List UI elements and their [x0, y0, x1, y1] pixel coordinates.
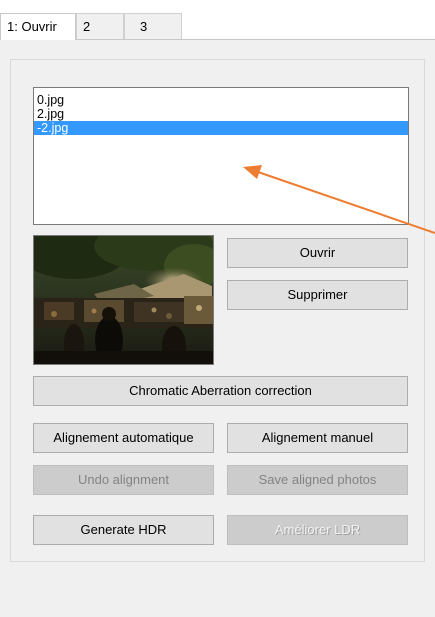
tab-ouvrir[interactable]: 1: Ouvrir	[0, 13, 76, 40]
undo-alignment-button: Undo alignment	[33, 465, 214, 495]
ameliorer-ldr-button: Améliorer LDR	[227, 515, 408, 545]
chromatic-aberration-button[interactable]: Chromatic Aberration correction	[33, 376, 408, 406]
alignement-manuel-button[interactable]: Alignement manuel	[227, 423, 408, 453]
list-item[interactable]: 2.jpg	[34, 107, 408, 121]
tab-3[interactable]: 3	[124, 13, 182, 39]
tab-2[interactable]: 2	[76, 13, 124, 39]
list-item[interactable]: 0.jpg	[34, 93, 408, 107]
ouvrir-button[interactable]: Ouvrir	[227, 238, 408, 268]
list-item-selected[interactable]: -2.jpg	[34, 121, 408, 135]
tab-strip: 1: Ouvrir 2 3	[0, 13, 435, 40]
generate-hdr-button[interactable]: Generate HDR	[33, 515, 214, 545]
photo-thumbnail-icon	[34, 236, 213, 364]
save-aligned-photos-button: Save aligned photos	[227, 465, 408, 495]
supprimer-button[interactable]: Supprimer	[227, 280, 408, 310]
alignement-automatique-button[interactable]: Alignement automatique	[33, 423, 214, 453]
photo-preview	[33, 235, 214, 365]
file-listbox[interactable]: 0.jpg 2.jpg -2.jpg	[33, 87, 409, 225]
